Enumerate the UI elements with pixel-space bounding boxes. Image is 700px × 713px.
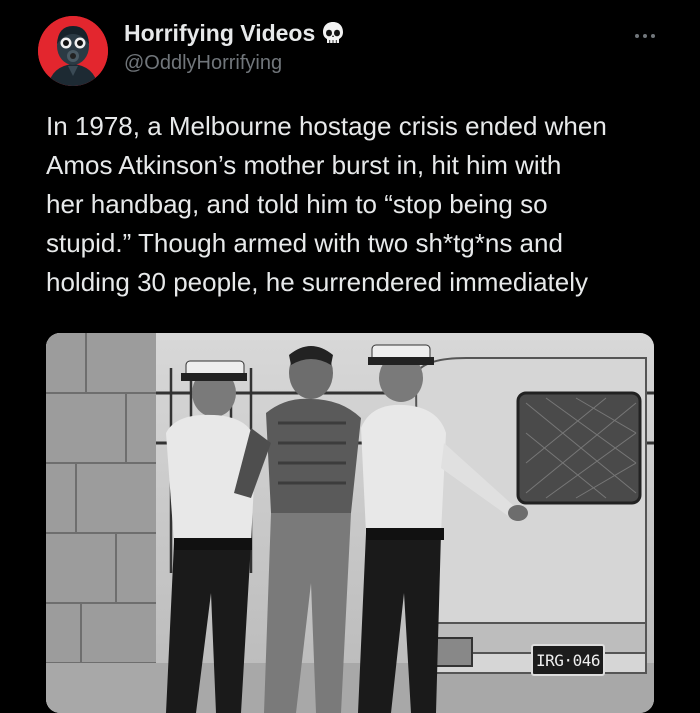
author-handle[interactable]: @OddlyHorrifying	[124, 52, 282, 75]
more-options-icon[interactable]	[628, 24, 662, 48]
skull-icon	[323, 21, 344, 43]
author-name-row: Horrifying Videos	[124, 20, 345, 47]
more-dot	[635, 34, 639, 38]
tweet-photo[interactable]: IRG·046	[46, 333, 654, 713]
tweet-text: In 1978, a Melbourne hostage crisis ende…	[46, 111, 607, 297]
author-display-name[interactable]: Horrifying Videos	[124, 20, 315, 47]
avatar-gas-mask-figure	[38, 16, 108, 86]
author-avatar[interactable]	[38, 16, 108, 86]
more-dot	[651, 34, 655, 38]
van-license-plate: IRG·046	[531, 644, 605, 676]
more-dot	[643, 34, 647, 38]
